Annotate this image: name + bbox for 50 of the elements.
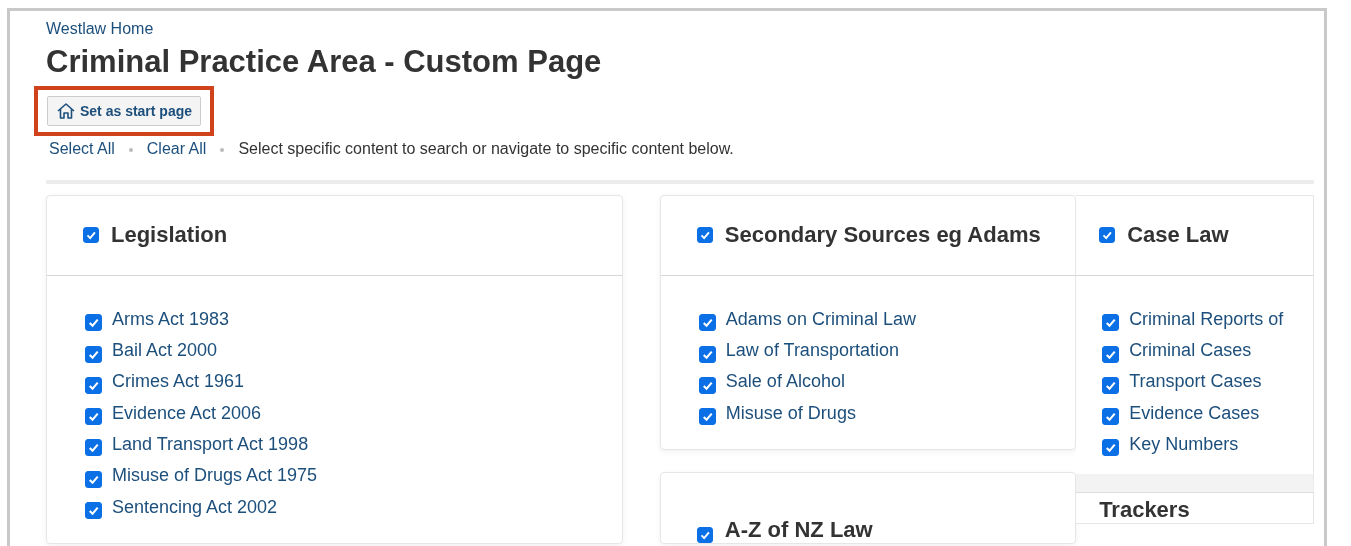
content-link[interactable]: Criminal Cases <box>1129 340 1252 362</box>
checkbox[interactable] <box>696 227 713 244</box>
action-link[interactable]: Select All <box>49 139 115 158</box>
panel-title: Trackers <box>1099 497 1190 524</box>
content-link[interactable]: Crimes Act 1961 <box>112 371 245 393</box>
action-link[interactable]: Clear All <box>146 139 207 158</box>
breadcrumb-link[interactable]: Westlaw Home <box>46 20 154 38</box>
content-link[interactable]: Sentencing Act 2002 <box>112 496 278 518</box>
home-icon <box>56 101 76 120</box>
content-link[interactable]: Land Transport Act 1998 <box>112 433 309 455</box>
checkbox[interactable] <box>1099 227 1116 244</box>
page-title: Criminal Practice Area - Custom Page <box>46 44 603 80</box>
content-link[interactable]: Arms Act 1983 <box>112 308 230 330</box>
content-link[interactable]: Misuse of Drugs <box>725 402 856 424</box>
checkbox[interactable] <box>83 227 99 244</box>
checkbox[interactable] <box>698 376 716 394</box>
set-start-page-button[interactable]: Set as start page <box>47 95 202 126</box>
content-link[interactable]: Evidence Cases <box>1129 402 1260 424</box>
panel-title: A-Z of NZ Law <box>724 516 873 543</box>
checkbox[interactable] <box>698 314 716 332</box>
panel-title: Legislation <box>111 222 228 249</box>
content-link[interactable]: Misuse of Drugs Act 1975 <box>112 465 318 487</box>
instruction-text: Select specific content to search or navigate to specific content below. <box>238 139 734 158</box>
checkbox[interactable] <box>1102 314 1120 332</box>
panel-title: Case Law <box>1127 222 1229 249</box>
separator-dot <box>128 147 133 152</box>
checkbox[interactable] <box>85 314 102 332</box>
checkbox[interactable] <box>1102 376 1120 394</box>
checkbox[interactable] <box>85 470 102 488</box>
checkbox[interactable] <box>698 408 716 426</box>
content-link[interactable]: Bail Act 2000 <box>112 340 218 362</box>
content-link[interactable]: Criminal Reports of <box>1129 308 1284 330</box>
content-link[interactable]: Key Numbers <box>1129 433 1239 455</box>
panel-title: Secondary Sources eg Adams <box>724 222 1041 249</box>
checkbox[interactable] <box>696 526 713 543</box>
content-link[interactable]: Law of Transportation <box>725 340 899 362</box>
content-link[interactable]: Transport Cases <box>1129 371 1262 393</box>
checkbox[interactable] <box>698 345 716 363</box>
content-link[interactable]: Evidence Act 2006 <box>112 402 262 424</box>
checkbox[interactable] <box>85 502 102 520</box>
checkbox[interactable] <box>85 376 102 394</box>
separator-dot <box>220 147 225 152</box>
checkbox[interactable] <box>85 408 102 426</box>
checkbox[interactable] <box>1102 345 1120 363</box>
content-link[interactable]: Sale of Alcohol <box>725 371 845 393</box>
checkbox[interactable] <box>1102 408 1120 426</box>
checkbox[interactable] <box>1102 439 1120 457</box>
checkbox[interactable] <box>85 439 102 457</box>
content-link[interactable]: Adams on Criminal Law <box>725 308 916 330</box>
checkbox[interactable] <box>85 345 102 363</box>
